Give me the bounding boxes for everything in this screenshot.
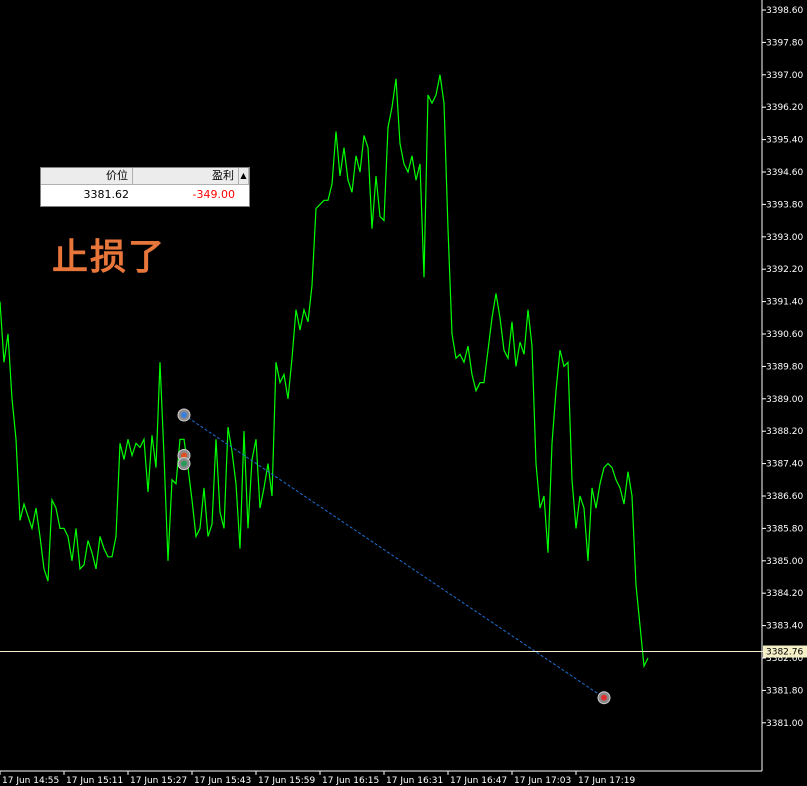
x-tick-label: 17 Jun 15:43 [194, 776, 251, 786]
trade-profit: -349.00 [192, 188, 235, 201]
profit-column-header[interactable]: 盈利 [133, 168, 239, 184]
y-tick-label: 3381.00 [766, 719, 803, 729]
exit-marker-icon-core [601, 694, 607, 701]
order-marker-icon-core [181, 460, 187, 467]
stop-loss-annotation: 止损了 [52, 237, 167, 278]
chart-background [0, 0, 807, 786]
y-tick-label: 3392.20 [766, 265, 803, 275]
trade-table[interactable]: 价位 盈利 ▲ 3381.62 -349.00 [40, 167, 250, 207]
current-price-label: 3382.76 [766, 648, 803, 658]
y-tick-label: 3385.00 [766, 557, 803, 567]
y-tick-label: 3389.00 [766, 395, 803, 405]
y-tick-label: 3381.80 [766, 686, 803, 696]
y-tick-label: 3397.00 [766, 71, 803, 81]
y-tick-label: 3389.80 [766, 362, 803, 372]
y-tick-label: 3393.80 [766, 200, 803, 210]
y-tick-label: 3391.40 [766, 298, 803, 308]
table-row[interactable]: 3381.62 -349.00 [41, 185, 249, 207]
trade-price: 3381.62 [83, 188, 130, 201]
price-chart[interactable]: 3381.003381.803382.603383.403384.203385.… [0, 0, 807, 786]
x-tick-label: 17 Jun 15:11 [66, 776, 123, 786]
y-tick-label: 3384.20 [766, 589, 803, 599]
entry-marker-icon-core [181, 412, 187, 418]
x-tick-label: 17 Jun 14:55 [2, 776, 59, 786]
y-tick-label: 3388.20 [766, 427, 803, 437]
scroll-up-icon[interactable]: ▲ [239, 168, 249, 184]
x-tick-label: 17 Jun 15:59 [258, 776, 315, 786]
y-tick-label: 3386.60 [766, 492, 803, 502]
price-column-header[interactable]: 价位 [41, 168, 133, 184]
x-tick-label: 17 Jun 15:27 [130, 776, 187, 786]
x-tick-label: 17 Jun 17:19 [578, 776, 635, 786]
y-tick-label: 3397.80 [766, 38, 803, 48]
y-tick-label: 3385.80 [766, 524, 803, 534]
y-tick-label: 3393.00 [766, 233, 803, 243]
y-tick-label: 3398.60 [766, 6, 803, 16]
y-tick-label: 3396.20 [766, 103, 803, 113]
y-tick-label: 3394.60 [766, 168, 803, 178]
x-tick-label: 17 Jun 17:03 [514, 776, 571, 786]
x-tick-label: 17 Jun 16:15 [322, 776, 379, 786]
x-tick-label: 17 Jun 16:47 [450, 776, 507, 786]
trade-table-header: 价位 盈利 ▲ [41, 168, 249, 185]
y-tick-label: 3395.40 [766, 136, 803, 146]
y-tick-label: 3387.40 [766, 460, 803, 470]
y-tick-label: 3383.40 [766, 622, 803, 632]
x-tick-label: 17 Jun 16:31 [386, 776, 443, 786]
y-tick-label: 3390.60 [766, 330, 803, 340]
